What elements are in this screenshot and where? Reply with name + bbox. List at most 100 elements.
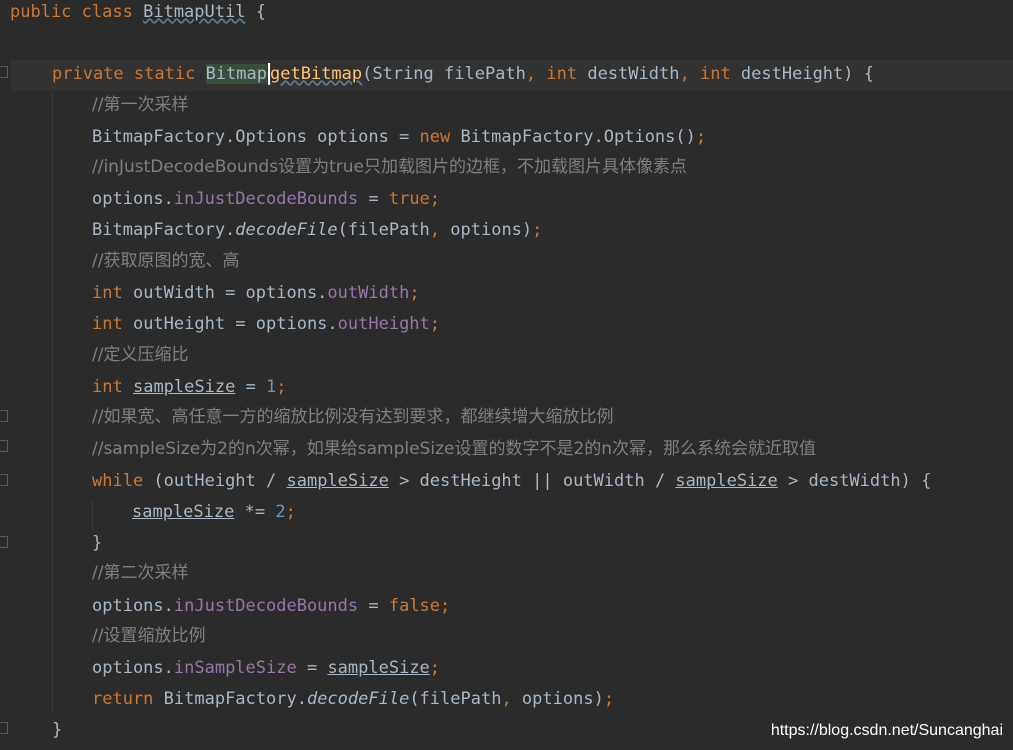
class-name: BitmapUtil bbox=[143, 2, 246, 22]
return-type: Bitmap bbox=[205, 64, 267, 84]
code-line-13[interactable]: //如果宽、高任意一方的缩放比例没有达到要求，都继续增大缩放比例 bbox=[92, 402, 613, 433]
fold-icon[interactable] bbox=[0, 536, 8, 548]
code-text: (outHeight / bbox=[143, 471, 287, 491]
code-text: outWidth = options. bbox=[122, 283, 328, 303]
keyword: int bbox=[699, 64, 731, 84]
keyword: static bbox=[133, 64, 196, 84]
code-text: BitmapFactory. bbox=[153, 689, 307, 709]
punctuation: , bbox=[679, 64, 690, 84]
method-name: decodeFile bbox=[306, 689, 410, 709]
punctuation: ; bbox=[285, 502, 296, 522]
code-text: options) bbox=[511, 689, 604, 709]
code-line-15[interactable]: while (outHeight / sampleSize > destHeig… bbox=[92, 466, 931, 497]
code-text: = bbox=[358, 596, 389, 616]
code-text: options. bbox=[92, 189, 174, 209]
code-text: BitmapFactory.Options() bbox=[450, 127, 696, 147]
code-line-11[interactable]: //定义压缩比 bbox=[92, 340, 188, 371]
code-line-3[interactable]: //第一次采样 bbox=[92, 90, 188, 121]
variable-name: sampleSize bbox=[132, 502, 235, 522]
fold-icon[interactable] bbox=[0, 474, 8, 486]
field-name: outHeight bbox=[337, 314, 430, 334]
punctuation: ; bbox=[409, 283, 420, 303]
code-text: *= bbox=[234, 502, 276, 522]
indent-guide bbox=[92, 500, 93, 530]
code-text: = bbox=[358, 189, 389, 209]
code-text: BitmapFactory.Options options = bbox=[92, 127, 420, 147]
field-name: inSampleSize bbox=[173, 658, 297, 678]
punctuation: ; bbox=[440, 596, 451, 616]
punctuation: ; bbox=[695, 127, 707, 147]
punctuation: ; bbox=[429, 189, 441, 209]
code-line-23[interactable]: } bbox=[52, 715, 62, 746]
fold-icon[interactable] bbox=[0, 66, 8, 78]
punctuation: ; bbox=[429, 658, 441, 678]
keyword: int bbox=[92, 314, 123, 334]
code-line-18[interactable]: //第二次采样 bbox=[92, 558, 188, 589]
fold-icon[interactable] bbox=[0, 722, 8, 734]
keyword: return bbox=[92, 689, 154, 709]
code-text: (filePath bbox=[337, 220, 430, 240]
code-line-16[interactable]: sampleSize *= 2; bbox=[132, 497, 296, 528]
punctuation: ; bbox=[276, 377, 287, 397]
watermark: https://blog.csdn.net/Suncanghai bbox=[770, 722, 1003, 739]
fold-icon[interactable] bbox=[0, 410, 8, 422]
code-line-9[interactable]: int outWidth = options.outWidth; bbox=[92, 278, 420, 309]
variable-name: sampleSize bbox=[286, 471, 389, 491]
code-line-21[interactable]: options.inSampleSize = sampleSize; bbox=[92, 653, 440, 684]
code-text: options. bbox=[92, 658, 174, 678]
code-line-1[interactable]: public class BitmapUtil { bbox=[10, 0, 266, 28]
keyword: false bbox=[388, 596, 441, 616]
punctuation: , bbox=[525, 64, 537, 84]
keyword: int bbox=[92, 283, 123, 303]
method-name: decodeFile bbox=[235, 220, 338, 240]
code-line-22[interactable]: return BitmapFactory.decodeFile(filePath… bbox=[92, 684, 614, 715]
fold-icon[interactable] bbox=[0, 440, 8, 452]
code-text: outHeight = options. bbox=[122, 314, 338, 334]
punctuation: ; bbox=[603, 689, 615, 709]
code-line-6[interactable]: options.inJustDecodeBounds = true; bbox=[92, 184, 440, 215]
code-text: = bbox=[235, 377, 267, 397]
indent-guide bbox=[52, 92, 53, 712]
field-name: outWidth bbox=[327, 283, 410, 303]
code-text: (filePath bbox=[409, 689, 502, 709]
code-line-10[interactable]: int outHeight = options.outHeight; bbox=[92, 309, 440, 340]
field-name: inJustDecodeBounds bbox=[173, 596, 359, 616]
keyword: int bbox=[546, 64, 578, 84]
field-name: inJustDecodeBounds bbox=[173, 189, 359, 209]
code-text: > destWidth) { bbox=[777, 471, 932, 491]
code-line-20[interactable]: //设置缩放比例 bbox=[92, 621, 205, 652]
code-text: options) bbox=[440, 220, 533, 240]
keyword: true bbox=[388, 189, 430, 209]
code-line-8[interactable]: //获取原图的宽、高 bbox=[92, 246, 239, 277]
keyword: new bbox=[419, 127, 451, 147]
code-text: options. bbox=[92, 596, 174, 616]
code-line-12[interactable]: int sampleSize = 1; bbox=[92, 372, 287, 403]
method-name: getBitmap bbox=[270, 64, 363, 84]
punctuation: ; bbox=[532, 220, 543, 240]
code-editor[interactable]: public class BitmapUtil { private static… bbox=[0, 0, 1013, 750]
code-line-19[interactable]: options.inJustDecodeBounds = false; bbox=[92, 591, 450, 622]
code-text: (String filePath bbox=[362, 64, 526, 84]
keyword: while bbox=[92, 471, 144, 491]
punctuation: , bbox=[501, 689, 512, 709]
code-text: BitmapFactory. bbox=[92, 220, 236, 240]
code-text: = bbox=[296, 658, 328, 678]
code-line-17[interactable]: } bbox=[92, 528, 102, 559]
keyword: private bbox=[52, 64, 124, 84]
variable-name: sampleSize bbox=[327, 658, 430, 678]
code-line-14[interactable]: //sampleSize为2的n次幂，如果给sampleSize设置的数字不是2… bbox=[92, 434, 816, 465]
number-literal: 2 bbox=[275, 502, 286, 522]
code-line-7[interactable]: BitmapFactory.decodeFile(filePath, optio… bbox=[92, 215, 542, 246]
code-text: destHeight) { bbox=[730, 64, 874, 84]
editor-gutter bbox=[0, 0, 10, 750]
code-line-2[interactable]: private static Bitmap getBitmap(String fi… bbox=[52, 59, 874, 90]
code-line-5[interactable]: //inJustDecodeBounds设置为true只加载图片的边框，不加载图… bbox=[92, 152, 687, 183]
variable-name: sampleSize bbox=[675, 471, 778, 491]
code-text: destWidth bbox=[577, 64, 680, 84]
variable-name: sampleSize bbox=[132, 377, 236, 397]
keyword: int bbox=[92, 377, 123, 397]
number-literal: 1 bbox=[266, 377, 277, 397]
punctuation: ; bbox=[429, 314, 441, 334]
code-line-4[interactable]: BitmapFactory.Options options = new Bitm… bbox=[92, 122, 706, 153]
code-text: { bbox=[245, 2, 266, 22]
